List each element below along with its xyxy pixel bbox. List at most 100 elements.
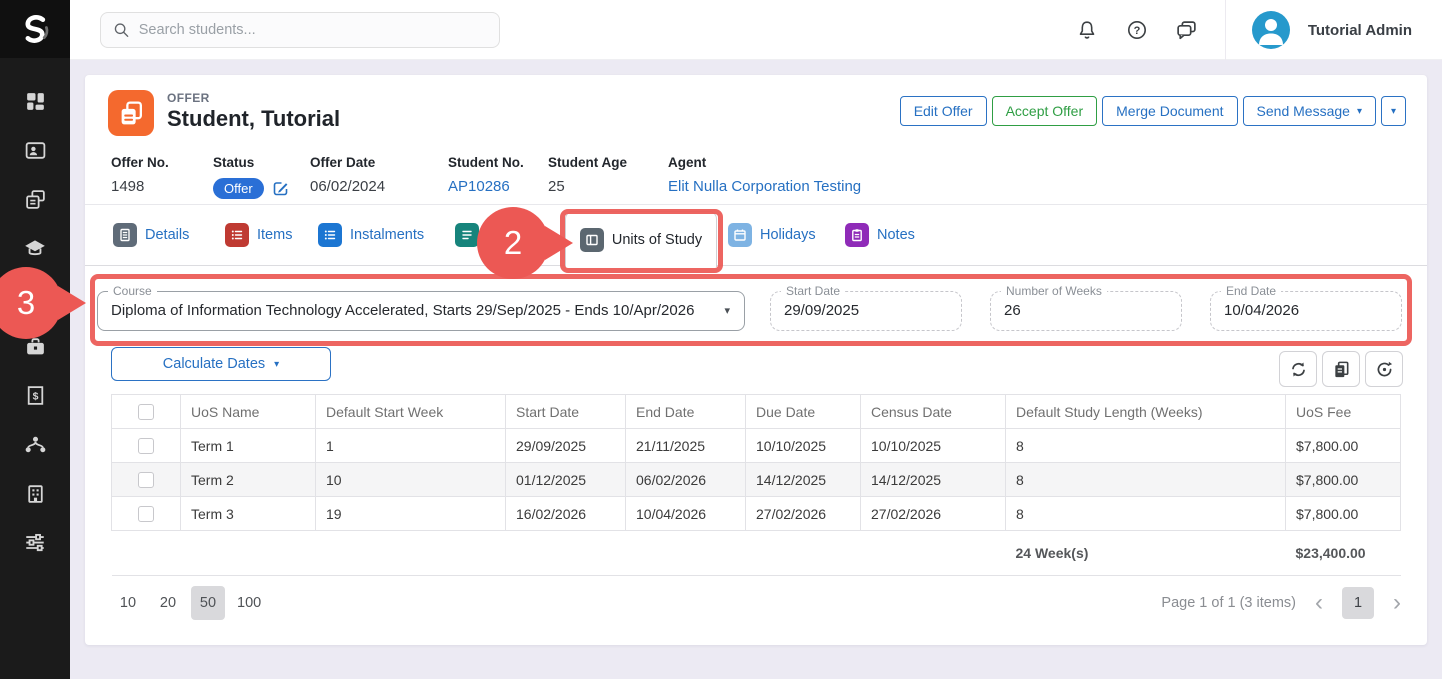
start-date-field: Start Date 29/09/2025	[770, 291, 962, 331]
tab-holidays[interactable]: Holidays	[728, 223, 816, 247]
pagination-info: Page 1 of 1 (3 items)	[1161, 595, 1296, 611]
offer-actions: Edit Offer Accept Offer Merge Document S…	[900, 96, 1406, 126]
history-button[interactable]	[1365, 351, 1403, 387]
current-page-button[interactable]: 1	[1342, 587, 1374, 619]
sidebar-item-settings[interactable]	[0, 524, 70, 560]
dashboard-icon	[24, 90, 47, 113]
meta-offer-no: Offer No. 1498	[111, 155, 169, 195]
meta-offer-date: Offer Date 06/02/2024	[310, 155, 385, 195]
tab-units-of-study[interactable]: Units of Study	[565, 211, 717, 267]
page-size-50[interactable]: 50	[191, 586, 225, 620]
chevron-down-icon: ▾	[1357, 106, 1362, 117]
more-actions-button[interactable]: ▾	[1381, 96, 1406, 126]
meta-student-no: Student No. AP10286	[448, 155, 524, 195]
offer-type-icon	[108, 90, 154, 136]
col-study-length: Default Study Length (Weeks)	[1006, 395, 1286, 429]
chevron-down-icon: ▾	[1391, 106, 1396, 117]
sidebar-item-courses[interactable]	[0, 230, 70, 266]
chat-icon	[1175, 19, 1198, 42]
refresh-button[interactable]	[1279, 351, 1317, 387]
accept-offer-button[interactable]: Accept Offer	[992, 96, 1098, 126]
edit-offer-button[interactable]: Edit Offer	[900, 96, 987, 126]
page-size-10[interactable]: 10	[111, 586, 145, 620]
sidebar-item-offers[interactable]	[0, 181, 70, 217]
table-totals-row: 24 Week(s) $23,400.00	[112, 531, 1401, 576]
col-uos-name: UoS Name	[181, 395, 316, 429]
refresh-icon	[1289, 360, 1308, 379]
search-box[interactable]	[100, 12, 500, 48]
col-start-date: Start Date	[506, 395, 626, 429]
meta-student-age: Student Age 25	[548, 155, 627, 195]
history-icon	[1375, 360, 1394, 379]
col-end-date: End Date	[626, 395, 746, 429]
search-input[interactable]	[139, 22, 487, 38]
brand-swirl-icon	[15, 9, 55, 49]
send-message-button[interactable]: Send Message▾	[1243, 96, 1376, 126]
page-size-20[interactable]: 20	[151, 586, 185, 620]
notes-icon	[845, 223, 869, 247]
search-icon	[113, 21, 130, 39]
tab-instalments[interactable]: Instalments	[318, 223, 424, 247]
row-checkbox[interactable]	[138, 506, 154, 522]
course-select[interactable]: Course Diploma of Information Technology…	[97, 291, 745, 331]
topbar-divider	[1225, 0, 1226, 60]
messages-button[interactable]	[1175, 18, 1199, 42]
sidebar-item-students[interactable]	[0, 132, 70, 168]
tab-notes[interactable]: Notes	[845, 223, 915, 247]
table-row: Term 3 19 16/02/2026 10/04/2026 27/02/20…	[112, 497, 1401, 531]
chevron-down-icon: ▾	[274, 359, 279, 370]
col-default-start-week: Default Start Week	[316, 395, 506, 429]
row-checkbox[interactable]	[138, 438, 154, 454]
topbar: ? Tutorial Admin	[70, 0, 1442, 60]
copy-icon	[1332, 360, 1351, 379]
select-all-checkbox[interactable]	[138, 404, 154, 420]
agent-link[interactable]: Elit Nulla Corporation Testing	[668, 178, 861, 195]
sidebar-item-dashboard[interactable]	[0, 83, 70, 119]
help-button[interactable]: ?	[1125, 18, 1149, 42]
offers-icon	[24, 188, 47, 211]
tab-payments-partially-hidden[interactable]	[455, 223, 479, 247]
user-avatar-icon	[1252, 11, 1290, 49]
record-kind-label: OFFER	[167, 91, 210, 105]
avatar	[1252, 11, 1290, 49]
user-menu[interactable]: Tutorial Admin	[1252, 11, 1412, 49]
tab-details[interactable]: Details	[113, 223, 189, 247]
sidebar-item-finance[interactable]: $	[0, 377, 70, 413]
offer-meta-row: Offer No. 1498 Status Offer Offer Date 0…	[85, 147, 1427, 205]
user-name: Tutorial Admin	[1308, 22, 1412, 39]
next-page-icon[interactable]: ›	[1391, 591, 1403, 615]
end-date-field: End Date 10/04/2026	[1210, 291, 1402, 331]
sidebar-item-agents[interactable]	[0, 328, 70, 364]
sidebar-item-workflow[interactable]	[0, 426, 70, 462]
number-of-weeks-field: Number of Weeks 26	[990, 291, 1182, 331]
prev-page-icon[interactable]: ‹	[1313, 591, 1325, 615]
students-icon	[24, 139, 47, 162]
app-logo-icon[interactable]	[0, 0, 70, 58]
student-no-link[interactable]: AP10286	[448, 178, 524, 195]
edit-status-icon[interactable]	[272, 180, 289, 197]
calculate-dates-button[interactable]: Calculate Dates▾	[111, 347, 331, 381]
merge-document-button[interactable]: Merge Document	[1102, 96, 1237, 126]
offer-tabs: Details Items Instalments	[85, 205, 1427, 266]
status-badge: Offer	[213, 178, 264, 199]
col-uos-fee: UoS Fee	[1286, 395, 1401, 429]
meta-status: Status Offer	[213, 155, 289, 199]
instalments-icon	[318, 223, 342, 247]
sidebar-item-organisation[interactable]	[0, 475, 70, 511]
col-due-date: Due Date	[746, 395, 861, 429]
svg-text:?: ?	[1133, 25, 1140, 37]
page: $ ?	[0, 0, 1442, 679]
details-icon	[113, 223, 137, 247]
copy-button[interactable]	[1322, 351, 1360, 387]
page-size-100[interactable]: 100	[231, 586, 267, 620]
sliders-icon	[23, 530, 47, 554]
chevron-down-icon: ▾	[724, 304, 730, 317]
offer-card: OFFER Student, Tutorial Edit Offer Accep…	[85, 75, 1427, 645]
help-icon: ?	[1126, 19, 1148, 41]
hidden-tab-icon	[455, 223, 479, 247]
notifications-button[interactable]	[1075, 18, 1099, 42]
total-fee: $23,400.00	[1286, 531, 1401, 576]
tab-items[interactable]: Items	[225, 223, 292, 247]
row-checkbox[interactable]	[138, 472, 154, 488]
courses-icon	[23, 236, 47, 260]
